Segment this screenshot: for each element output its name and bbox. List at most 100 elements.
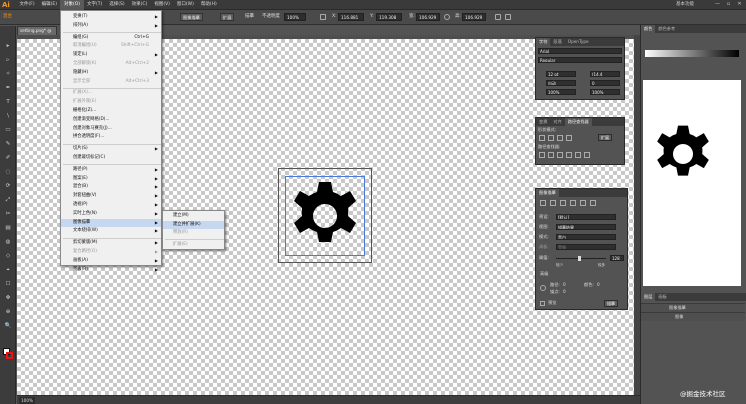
crop-icon[interactable] (566, 152, 572, 158)
font-size-field[interactable]: 12 pt (546, 71, 576, 77)
object-menu-item[interactable]: 剪切蒙版(M) ▶ (61, 239, 161, 248)
menu-item[interactable]: 对象(O) (60, 0, 84, 10)
trace-view-select[interactable]: 描摹结果 (556, 224, 616, 230)
black-white-icon[interactable] (580, 200, 586, 206)
trace-submenu-item[interactable]: 建立(M) (163, 212, 224, 221)
tool-icon[interactable]: ◇ (3, 252, 13, 260)
trace-submenu-item[interactable]: 建立并扩展(K) (163, 220, 224, 229)
layer-sublayer-row[interactable]: 图像 (641, 312, 745, 321)
tool-icon[interactable]: ☐ (3, 280, 13, 288)
tab-pathfinder[interactable]: 路径查找器 (564, 118, 592, 126)
color-spectrum[interactable] (645, 50, 739, 57)
horizontal-scale-field[interactable]: 100% (590, 89, 620, 95)
object-menu-item[interactable]: 路径(P) ▶ (61, 166, 161, 175)
tool-icon[interactable]: ▸ (3, 42, 13, 50)
object-menu-item[interactable]: 显示全部 Alt+Ctrl+3 (61, 78, 161, 87)
object-menu-item[interactable]: 栅格化(Z)... (61, 107, 161, 116)
tool-icon[interactable]: ⊕ (3, 308, 13, 316)
menu-item[interactable]: 视图(V) (151, 0, 174, 10)
unite-icon[interactable] (539, 135, 545, 141)
divide-icon[interactable] (539, 152, 545, 158)
object-menu-item[interactable]: 变换(T) ▶ (61, 13, 161, 22)
menu-item[interactable]: 文字(T) (84, 0, 106, 10)
tool-icon[interactable]: ▹ (3, 56, 13, 64)
trace-submenu-item[interactable]: 释放(R) (163, 229, 224, 238)
layer-row[interactable]: 图像描摹 (641, 303, 745, 312)
tool-icon[interactable]: ◌ (3, 168, 13, 176)
object-menu-item[interactable]: 实时上色(N) ▶ (61, 210, 161, 219)
menu-item[interactable]: 编辑(E) (38, 0, 60, 10)
align-icon[interactable] (495, 14, 501, 20)
object-menu-item[interactable]: 复合路径(O) ▶ (61, 248, 161, 257)
advanced-toggle[interactable]: 高级 (540, 271, 548, 277)
y-field[interactable]: 119.308 (376, 13, 402, 21)
font-style-select[interactable]: Regular (538, 57, 622, 63)
leading-field[interactable]: (14.4 (590, 71, 620, 77)
outline-icon[interactable] (575, 152, 581, 158)
menu-item[interactable]: 帮助(H) (197, 0, 220, 10)
tab-align[interactable]: 对齐 (550, 118, 564, 126)
tool-icon[interactable]: ✐ (3, 154, 13, 162)
object-menu-item[interactable]: 隐藏(H) ▶ (61, 69, 161, 78)
menu-item[interactable]: 效果(C) (128, 0, 151, 10)
minimize-button[interactable]: — (713, 1, 722, 8)
w-field[interactable]: 106.929 (416, 13, 440, 21)
tab-image-trace[interactable]: 图像描摹 (536, 189, 559, 197)
preview-checkbox[interactable] (540, 301, 545, 306)
object-menu-item[interactable]: 编组(G) Ctrl+G (61, 34, 161, 43)
trace-palette-select[interactable]: 受限 (556, 244, 616, 250)
tab-transform[interactable]: 变换 (536, 118, 550, 126)
object-menu-item[interactable]: 拼合透明度(F)... (61, 133, 161, 142)
object-menu-item[interactable]: 创建对象马赛克(J)... (61, 125, 161, 134)
object-menu-item[interactable]: 文本绕排(W) ▶ (61, 227, 161, 236)
object-menu-item[interactable]: 透视(P) ▶ (61, 201, 161, 210)
close-button[interactable]: ✕ (735, 1, 744, 8)
tab-artboards[interactable]: 画板 (655, 293, 669, 301)
object-menu-item[interactable]: 图案(E) ▶ (61, 175, 161, 184)
tool-icon[interactable]: ⌖ (3, 266, 13, 274)
distribute-icon[interactable] (505, 14, 511, 20)
auto-color-icon[interactable] (540, 200, 546, 206)
x-field[interactable]: 116.881 (338, 13, 364, 21)
threshold-slider-track[interactable] (556, 258, 606, 259)
opacity-field[interactable]: 100% (284, 13, 306, 21)
workspace-switcher[interactable]: 基本功能 (676, 0, 694, 10)
menu-item[interactable]: 窗口(W) (173, 0, 197, 10)
stroke-swatch[interactable] (6, 352, 13, 359)
low-color-icon[interactable] (560, 200, 566, 206)
tab-character[interactable]: 字符 (536, 38, 551, 46)
tool-icon[interactable]: ⤢ (3, 196, 13, 204)
intersect-icon[interactable] (557, 135, 563, 141)
pathfinder-expand-button[interactable]: 扩展 (598, 134, 612, 141)
object-menu-item[interactable]: 排列(A) ▶ (61, 22, 161, 31)
object-menu-item[interactable]: 全部解锁(K) Alt+Ctrl+2 (61, 60, 161, 69)
tool-icon[interactable]: ▤ (3, 224, 13, 232)
zoom-field[interactable]: 100% (19, 397, 35, 404)
tool-icon[interactable]: ⟳ (3, 182, 13, 190)
object-menu-item[interactable]: 锁定(L) ▶ (61, 51, 161, 60)
trace-submenu-item[interactable]: 扩展(E) (163, 241, 224, 250)
vertical-scale-field[interactable]: 100% (546, 89, 576, 95)
object-menu-item[interactable]: 创建裁切标记(C) (61, 154, 161, 163)
link-icon[interactable] (444, 14, 450, 20)
tab-color[interactable]: 颜色 (641, 25, 656, 33)
gear-icon[interactable] (289, 180, 361, 252)
object-menu-item[interactable]: 扩展外观(E) (61, 98, 161, 107)
object-menu-item[interactable]: 切片(S) ▶ (61, 145, 161, 154)
object-menu-item[interactable]: 图表(R) ▶ (61, 266, 161, 275)
high-color-icon[interactable] (550, 200, 556, 206)
object-menu-item[interactable]: 创建渐变网格(D)... (61, 116, 161, 125)
object-menu-item[interactable]: 画板(A) ▶ (61, 257, 161, 266)
trace-mode-select[interactable]: 黑白 (556, 234, 616, 240)
tool-icon[interactable]: 🔍 (3, 322, 13, 330)
tool-icon[interactable]: ✧ (3, 70, 13, 78)
transform-icon[interactable] (320, 14, 326, 20)
trace-button[interactable]: 描摹 (604, 300, 618, 307)
threshold-field[interactable]: 128 (610, 255, 624, 261)
grayscale-icon[interactable] (570, 200, 576, 206)
threshold-slider-thumb[interactable] (578, 256, 581, 261)
trim-icon[interactable] (548, 152, 554, 158)
merge-icon[interactable] (557, 152, 563, 158)
document-tab[interactable]: setting.png* @ (17, 26, 57, 35)
trace-preset-select[interactable]: [默认] (556, 214, 616, 220)
